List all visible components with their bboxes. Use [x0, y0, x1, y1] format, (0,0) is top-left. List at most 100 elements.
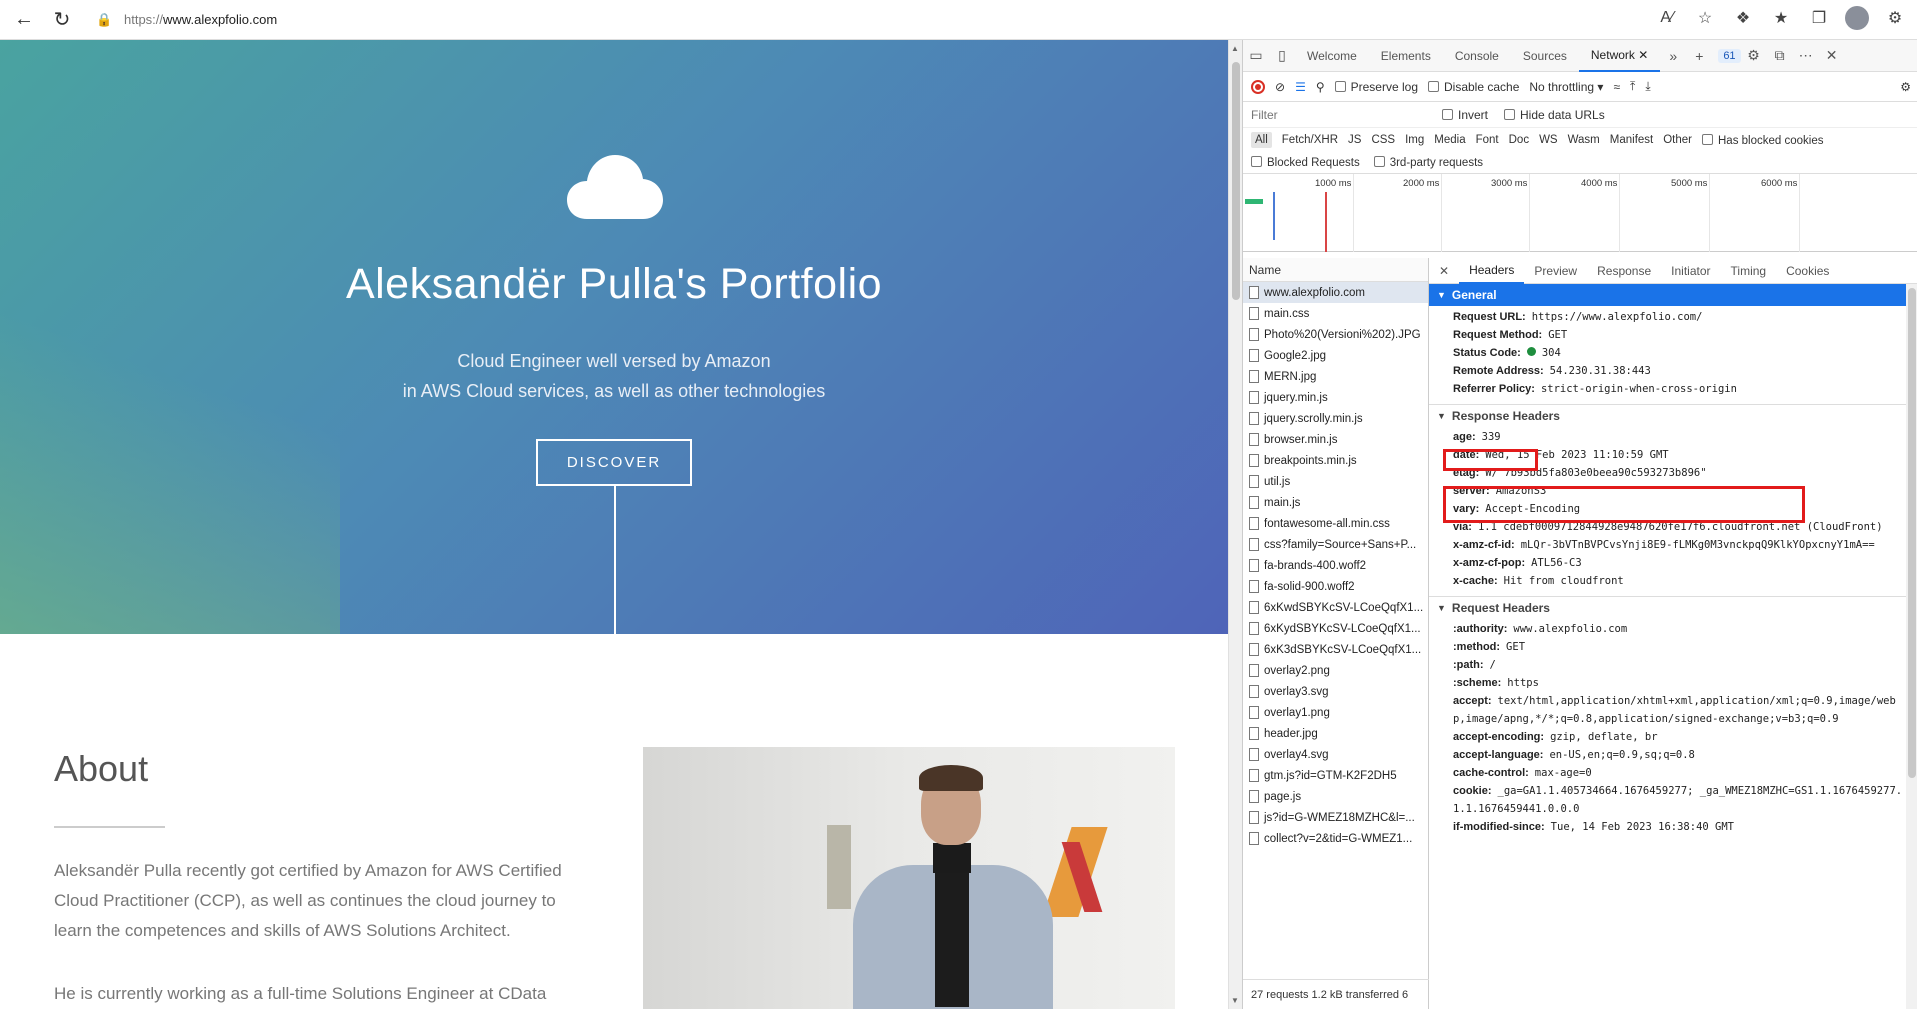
- close-tab-icon[interactable]: ✕: [1638, 48, 1648, 62]
- record-icon[interactable]: [1251, 79, 1265, 94]
- clear-icon[interactable]: ⊘: [1275, 80, 1285, 94]
- tab-elements[interactable]: Elements: [1369, 40, 1443, 72]
- read-aloud-icon[interactable]: A∕: [1655, 6, 1679, 30]
- request-row[interactable]: gtm.js?id=GTM-K2F2DH5: [1243, 765, 1428, 786]
- extension-puzzle-icon[interactable]: ⚙: [1883, 6, 1907, 30]
- type-filter-img[interactable]: Img: [1405, 134, 1424, 146]
- import-har-icon[interactable]: ⤒: [1630, 79, 1635, 94]
- detail-tab-headers[interactable]: Headers: [1459, 258, 1525, 284]
- preserve-log-checkbox[interactable]: Preserve log: [1334, 80, 1418, 94]
- more-options-icon[interactable]: ⋯: [1793, 43, 1819, 69]
- throttling-select[interactable]: No throttling ▾: [1529, 80, 1603, 94]
- type-filter-css[interactable]: CSS: [1371, 134, 1395, 146]
- request-row[interactable]: www.alexpfolio.com: [1243, 282, 1428, 303]
- dock-icon[interactable]: ⧉: [1767, 43, 1793, 69]
- device-emulation-icon[interactable]: ▯: [1269, 43, 1295, 69]
- request-row[interactable]: 6xK3dSBYKcSV-LCoeQqfX1...: [1243, 639, 1428, 660]
- has-blocked-cookies-checkbox[interactable]: Has blocked cookies: [1702, 133, 1823, 147]
- back-arrow-icon[interactable]: ←: [10, 6, 38, 34]
- request-row[interactable]: overlay4.svg: [1243, 744, 1428, 765]
- page-scrollbar-thumb[interactable]: [1232, 62, 1240, 300]
- request-row[interactable]: main.css: [1243, 303, 1428, 324]
- tab-network[interactable]: Network ✕: [1578, 40, 1661, 72]
- request-row[interactable]: css?family=Source+Sans+P...: [1243, 534, 1428, 555]
- request-row[interactable]: page.js: [1243, 786, 1428, 807]
- request-row[interactable]: MERN.jpg: [1243, 366, 1428, 387]
- request-row[interactable]: overlay2.png: [1243, 660, 1428, 681]
- request-row[interactable]: Google2.jpg: [1243, 345, 1428, 366]
- detail-scrollbar-thumb[interactable]: [1908, 288, 1916, 778]
- scroll-down-icon[interactable]: ▼: [1231, 996, 1239, 1005]
- request-row[interactable]: header.jpg: [1243, 723, 1428, 744]
- address-bar[interactable]: 🔒 https://www.alexpfolio.com: [96, 5, 1666, 35]
- tab-sources[interactable]: Sources: [1511, 40, 1579, 72]
- more-tabs-icon[interactable]: »: [1660, 43, 1686, 69]
- filter-input[interactable]: [1251, 104, 1426, 125]
- request-row[interactable]: overlay3.svg: [1243, 681, 1428, 702]
- detail-tab-preview[interactable]: Preview: [1524, 258, 1587, 284]
- type-filter-media[interactable]: Media: [1434, 134, 1465, 146]
- blocked-requests-checkbox[interactable]: Blocked Requests: [1251, 156, 1360, 169]
- request-row[interactable]: main.js: [1243, 492, 1428, 513]
- favorite-add-icon[interactable]: ☆: [1693, 6, 1717, 30]
- close-devtools-icon[interactable]: ✕: [1819, 43, 1845, 69]
- network-conditions-icon[interactable]: ≈: [1613, 80, 1620, 94]
- detail-tab-initiator[interactable]: Initiator: [1661, 258, 1720, 284]
- detail-tab-cookies[interactable]: Cookies: [1776, 258, 1839, 284]
- tab-welcome[interactable]: Welcome: [1295, 40, 1369, 72]
- request-row[interactable]: 6xKydSBYKcSV-LCoeQqfX1...: [1243, 618, 1428, 639]
- type-filter-manifest[interactable]: Manifest: [1610, 134, 1653, 146]
- general-section-header[interactable]: ▼ General: [1429, 284, 1917, 306]
- request-row[interactable]: Photo%20(Versioni%202).JPG: [1243, 324, 1428, 345]
- export-har-icon[interactable]: ⤓: [1645, 79, 1650, 94]
- scroll-up-icon[interactable]: ▲: [1231, 44, 1239, 53]
- request-row[interactable]: 6xKwdSBYKcSV-LCoeQqfX1...: [1243, 597, 1428, 618]
- type-filter-fetch[interactable]: Fetch/XHR: [1282, 134, 1338, 146]
- search-icon[interactable]: ⚲: [1316, 80, 1325, 94]
- close-detail-icon[interactable]: ✕: [1429, 258, 1459, 284]
- type-filter-other[interactable]: Other: [1663, 134, 1692, 146]
- request-row[interactable]: jquery.scrolly.min.js: [1243, 408, 1428, 429]
- page-scrollbar[interactable]: ▲ ▼: [1228, 40, 1242, 1009]
- request-row[interactable]: js?id=G-WMEZ18MZHC&l=...: [1243, 807, 1428, 828]
- profile-avatar[interactable]: [1845, 6, 1869, 30]
- request-row[interactable]: jquery.min.js: [1243, 387, 1428, 408]
- tab-console[interactable]: Console: [1443, 40, 1511, 72]
- name-column-header[interactable]: Name: [1243, 258, 1428, 282]
- invert-checkbox[interactable]: Invert: [1442, 108, 1488, 122]
- detail-scrollbar[interactable]: [1906, 284, 1917, 1009]
- issues-badge[interactable]: 61: [1718, 48, 1741, 63]
- add-tab-icon[interactable]: +: [1686, 43, 1712, 69]
- network-overview-timeline[interactable]: 1000 ms 2000 ms 3000 ms 4000 ms 5000 ms …: [1243, 174, 1917, 252]
- request-row[interactable]: fa-brands-400.woff2: [1243, 555, 1428, 576]
- settings-gear-icon[interactable]: ⚙: [1741, 43, 1767, 69]
- third-party-checkbox[interactable]: 3rd-party requests: [1373, 156, 1483, 169]
- device-inspect-icon[interactable]: ▭: [1243, 43, 1269, 69]
- refresh-icon[interactable]: ↻: [48, 6, 76, 34]
- filter-icon[interactable]: ☰: [1295, 80, 1306, 94]
- type-filter-font[interactable]: Font: [1476, 134, 1499, 146]
- request-row[interactable]: breakpoints.min.js: [1243, 450, 1428, 471]
- detail-tab-timing[interactable]: Timing: [1721, 258, 1777, 284]
- response-headers-section-header[interactable]: ▼ Response Headers: [1429, 404, 1917, 426]
- request-headers-section-header[interactable]: ▼ Request Headers: [1429, 596, 1917, 618]
- request-row[interactable]: overlay1.png: [1243, 702, 1428, 723]
- request-row[interactable]: collect?v=2&tid=G-WMEZ1...: [1243, 828, 1428, 849]
- request-row[interactable]: util.js: [1243, 471, 1428, 492]
- hide-data-urls-checkbox[interactable]: Hide data URLs: [1504, 108, 1605, 122]
- type-filter-js[interactable]: JS: [1348, 134, 1361, 146]
- detail-tab-response[interactable]: Response: [1587, 258, 1661, 284]
- extensions-icon[interactable]: ❖: [1731, 6, 1755, 30]
- favorites-icon[interactable]: ★: [1769, 6, 1793, 30]
- request-row[interactable]: fa-solid-900.woff2: [1243, 576, 1428, 597]
- type-filter-wasm[interactable]: Wasm: [1568, 134, 1600, 146]
- type-filter-ws[interactable]: WS: [1539, 134, 1558, 146]
- request-row[interactable]: fontawesome-all.min.css: [1243, 513, 1428, 534]
- request-row[interactable]: browser.min.js: [1243, 429, 1428, 450]
- network-settings-icon[interactable]: ⚙: [1900, 80, 1911, 94]
- disable-cache-checkbox[interactable]: Disable cache: [1428, 80, 1519, 94]
- type-filter-doc[interactable]: Doc: [1509, 134, 1529, 146]
- collections-icon[interactable]: ❐: [1807, 6, 1831, 30]
- discover-button[interactable]: DISCOVER: [536, 439, 692, 486]
- type-filter-all[interactable]: All: [1251, 132, 1272, 148]
